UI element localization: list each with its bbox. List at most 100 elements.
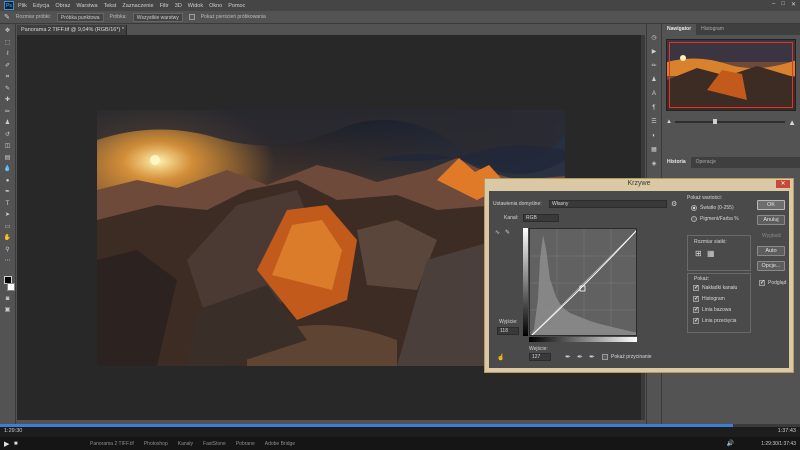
- menu-item-filter[interactable]: Filtr: [160, 3, 169, 9]
- gray-point-eyedropper-icon[interactable]: ✒: [577, 353, 583, 361]
- history-panel-icon[interactable]: ◷: [649, 34, 659, 42]
- eraser-tool-icon[interactable]: ◫: [3, 143, 12, 150]
- tab-histogram[interactable]: Histogram: [696, 24, 729, 35]
- dodge-tool-icon[interactable]: ●: [3, 178, 12, 185]
- tab-history[interactable]: Historia: [662, 157, 691, 168]
- zoom-tool-icon[interactable]: ⚲: [3, 247, 12, 254]
- zoom-out-icon[interactable]: ▲: [666, 119, 672, 125]
- sampling-ring-checkbox[interactable]: [188, 14, 195, 20]
- menu-item-image[interactable]: Obraz: [55, 3, 70, 9]
- swatches-panel-icon[interactable]: ▦: [649, 146, 659, 154]
- grid-simple-icon[interactable]: ⊞: [695, 249, 702, 258]
- preset-select[interactable]: Własny: [549, 200, 667, 208]
- play-icon[interactable]: ▶: [4, 440, 9, 448]
- menu-item-help[interactable]: Pomoc: [228, 3, 245, 9]
- curve-graph[interactable]: [529, 228, 637, 336]
- brush-tool-icon[interactable]: ✏: [3, 109, 12, 116]
- taskbar-item[interactable]: Panorama 2 TIFF.tif: [90, 441, 134, 447]
- show-clipping-checkbox[interactable]: [602, 354, 608, 360]
- light-radio[interactable]: [691, 205, 697, 211]
- volume-icon[interactable]: 🔊: [727, 440, 734, 447]
- close-icon[interactable]: ✕: [791, 1, 796, 8]
- options-button[interactable]: Opcje...: [757, 261, 785, 271]
- pen-tool-icon[interactable]: ✒: [3, 189, 12, 196]
- stop-icon[interactable]: ■: [14, 441, 18, 447]
- tab-navigator[interactable]: Nawigator: [662, 24, 697, 35]
- blur-tool-icon[interactable]: 💧: [3, 166, 12, 173]
- document-tab[interactable]: Panorama 2 TIFF.tif @ 9,04% (RGB/16*) *: [17, 25, 127, 35]
- hand-tool-icon[interactable]: ✋: [3, 235, 12, 242]
- white-point-eyedropper-icon[interactable]: ✒: [589, 353, 595, 361]
- menu-item-3d[interactable]: 3D: [175, 3, 182, 9]
- lasso-tool-icon[interactable]: ℓ: [3, 51, 12, 58]
- dialog-close-button[interactable]: ✕: [776, 180, 790, 188]
- cancel-button[interactable]: Anuluj: [757, 215, 785, 225]
- history-brush-icon[interactable]: ↺: [3, 132, 12, 139]
- zoom-in-icon[interactable]: ▲: [788, 118, 796, 127]
- quick-select-tool-icon[interactable]: ✐: [3, 63, 12, 70]
- type-tool-icon[interactable]: T: [3, 201, 12, 208]
- histogram-checkbox[interactable]: [693, 295, 699, 302]
- healing-tool-icon[interactable]: ✚: [3, 97, 12, 104]
- move-tool-icon[interactable]: ✥: [3, 28, 12, 35]
- tab-actions[interactable]: Operacje: [691, 157, 721, 168]
- pencil-draw-icon[interactable]: ✎: [505, 229, 510, 236]
- black-point-eyedropper-icon[interactable]: ✒: [565, 353, 571, 361]
- menu-item-edit[interactable]: Edycja: [33, 3, 50, 9]
- ok-button[interactable]: OK: [757, 200, 785, 210]
- quick-mask-icon[interactable]: ◙: [3, 296, 12, 303]
- taskbar-item[interactable]: Adobe Bridge: [265, 441, 295, 447]
- zoom-slider[interactable]: [674, 119, 786, 124]
- input-field[interactable]: 127: [529, 353, 551, 361]
- taskbar-item[interactable]: Photoshop: [144, 441, 168, 447]
- output-field[interactable]: 118: [497, 327, 519, 335]
- crop-tool-icon[interactable]: ⌗: [3, 74, 12, 81]
- background-color-swatch[interactable]: [6, 283, 15, 291]
- gradient-tool-icon[interactable]: ▤: [3, 155, 12, 162]
- sample-size-select[interactable]: Próbka punktowa: [56, 12, 104, 22]
- minimize-icon[interactable]: –: [772, 1, 775, 8]
- menu-item-type[interactable]: Tekst: [104, 3, 117, 9]
- channel-overlays-checkbox[interactable]: [693, 284, 699, 291]
- marquee-tool-icon[interactable]: ⬚: [3, 40, 12, 47]
- properties-panel-icon[interactable]: ☰: [649, 118, 659, 126]
- intersection-line-checkbox[interactable]: [693, 317, 699, 324]
- taskbar-item[interactable]: Kanały: [178, 441, 193, 447]
- preview-checkbox[interactable]: [759, 279, 765, 286]
- color-panel-icon[interactable]: ◐: [649, 132, 659, 140]
- pigment-radio[interactable]: [691, 216, 697, 222]
- smooth-button[interactable]: Wygładź: [762, 233, 781, 239]
- more-tools-icon[interactable]: ⋯: [3, 258, 12, 265]
- actions-panel-icon[interactable]: ▶: [649, 48, 659, 56]
- sample-layers-select[interactable]: Wszystkie warstwy: [132, 12, 183, 22]
- preset-gear-icon[interactable]: ⚙: [671, 200, 677, 208]
- navigator-view-frame[interactable]: [669, 42, 793, 108]
- menu-item-select[interactable]: Zaznaczenie: [122, 3, 153, 9]
- taskbar-item[interactable]: FastStone: [203, 441, 226, 447]
- path-select-icon[interactable]: ➤: [3, 212, 12, 219]
- progress-track[interactable]: [0, 424, 800, 427]
- clone-source-icon[interactable]: ♟: [649, 76, 659, 84]
- character-panel-icon[interactable]: A: [649, 90, 659, 98]
- menu-item-file[interactable]: Plik: [18, 3, 27, 9]
- menu-item-view[interactable]: Widok: [188, 3, 203, 9]
- menu-item-layer[interactable]: Warstwa: [76, 3, 97, 9]
- maximize-icon[interactable]: □: [781, 1, 785, 8]
- brush-panel-icon[interactable]: ✏: [649, 62, 659, 70]
- baseline-checkbox[interactable]: [693, 306, 699, 313]
- navigator-thumbnail[interactable]: [666, 39, 796, 111]
- eyedropper-tool-icon[interactable]: ✎: [3, 86, 12, 93]
- layers-panel-icon[interactable]: ◈: [649, 160, 659, 168]
- paragraph-panel-icon[interactable]: ¶: [649, 104, 659, 112]
- grid-detailed-icon[interactable]: ▦: [707, 249, 715, 258]
- auto-button[interactable]: Auto: [757, 246, 785, 256]
- curve-edit-icon[interactable]: ∿: [495, 229, 500, 236]
- zoom-slider-knob[interactable]: [713, 119, 718, 124]
- shape-tool-icon[interactable]: ▭: [3, 224, 12, 231]
- menu-item-window[interactable]: Okno: [209, 3, 222, 9]
- channel-select[interactable]: RGB: [523, 214, 559, 222]
- taskbar-item[interactable]: Pobrane: [236, 441, 255, 447]
- target-adjust-icon[interactable]: ☝: [497, 354, 504, 361]
- eyedropper-icon[interactable]: ✎: [4, 13, 10, 21]
- screen-mode-icon[interactable]: ▣: [3, 307, 12, 314]
